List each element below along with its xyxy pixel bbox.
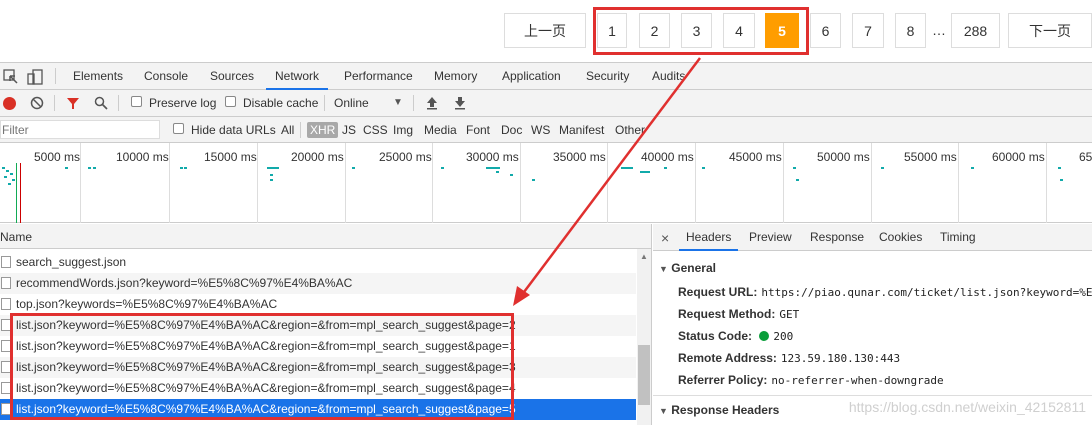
annotation-arrow <box>513 57 701 306</box>
